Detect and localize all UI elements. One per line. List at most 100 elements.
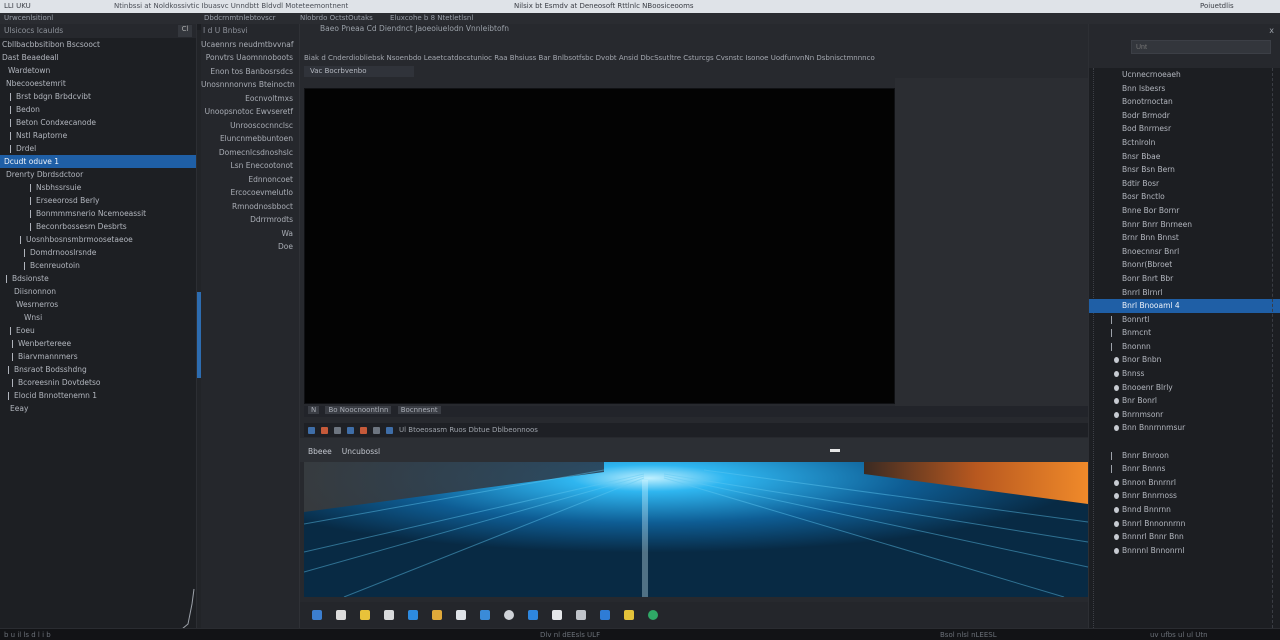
- tree-item[interactable]: Nsbhssrsuie: [0, 181, 196, 194]
- cut-icon[interactable]: [373, 426, 380, 434]
- playhead-marker[interactable]: [830, 449, 840, 452]
- tree-item[interactable]: Wnsi: [0, 311, 196, 324]
- inspector-item[interactable]: Bonnrtl: [1089, 313, 1280, 327]
- outline-item[interactable]: Ponvtrs Uaomnnoboots: [201, 51, 299, 65]
- outline-item[interactable]: Wa: [201, 227, 299, 241]
- tree-item[interactable]: Bdsionste: [0, 272, 196, 285]
- tree-item[interactable]: Wesrnerros: [0, 298, 196, 311]
- inspector-item[interactable]: Bnsr Bsn Bern: [1089, 163, 1280, 177]
- editor-tab[interactable]: Vac Bocrbvenbo: [304, 66, 414, 77]
- stop-icon[interactable]: [334, 426, 341, 434]
- timeline-chip[interactable]: N: [308, 406, 320, 414]
- tree-item[interactable]: Nstl Raptorne: [0, 129, 196, 142]
- tree-item[interactable]: Dcudt oduve 1: [0, 155, 196, 168]
- bag-icon[interactable]: [624, 610, 634, 620]
- outline-item[interactable]: Rmnodnosbboct: [201, 200, 299, 214]
- inspector-item[interactable]: Bonr Bnrt Bbr: [1089, 272, 1280, 286]
- inspector-item[interactable]: Bnonr(Bbroet: [1089, 258, 1280, 272]
- loop-icon[interactable]: [347, 426, 354, 434]
- photos-icon[interactable]: [432, 610, 442, 620]
- trash-icon[interactable]: [552, 610, 562, 620]
- outline-item[interactable]: Ucaennrs neudmtbvvnaf: [201, 38, 299, 52]
- outline-item[interactable]: Enon tos Banbosrsdcs: [201, 65, 299, 79]
- inspector-item[interactable]: Ucnnecrnoeaeh: [1089, 68, 1280, 82]
- timeline-chip[interactable]: Bo Noocnoontlnn: [325, 406, 392, 414]
- tree-item[interactable]: Bcenreuotoin: [0, 259, 196, 272]
- inspector-item[interactable]: Bnn lsbesrs: [1089, 82, 1280, 96]
- tree-item[interactable]: Brst bdgn Brbdcvibt: [0, 90, 196, 103]
- inspector-item[interactable]: Bnmcnt: [1089, 326, 1280, 340]
- tree-item[interactable]: Beton Condxecanode: [0, 116, 196, 129]
- inspector-item[interactable]: Bodr Brmodr: [1089, 109, 1280, 123]
- path-bar[interactable]: Biak d Cnderdiobliebsk Nsoenbdo Leaetcat…: [300, 54, 1088, 64]
- collapse-button[interactable]: Cl: [178, 25, 192, 37]
- inspector-item[interactable]: Bosr Bnctlo: [1089, 190, 1280, 204]
- tree-item[interactable]: Eoeu: [0, 324, 196, 337]
- timeline-chip[interactable]: Bocnnesnt: [397, 406, 441, 414]
- inspector-item[interactable]: Bnor Bnbn: [1089, 353, 1280, 367]
- tree-item[interactable]: Uosnhbosnsmbrmoosetaeoe: [0, 233, 196, 246]
- clock-icon[interactable]: [504, 610, 514, 620]
- video-viewer[interactable]: [304, 88, 895, 404]
- outline-item[interactable]: Ednnoncoet: [201, 173, 299, 187]
- mail-icon[interactable]: [336, 610, 346, 620]
- outline-item[interactable]: Ercocoevmelutlo: [201, 186, 299, 200]
- menu-item[interactable]: Nlobrdo OctstOutaks: [300, 14, 373, 22]
- inspector-item[interactable]: Bnrrl Blrnrl: [1089, 286, 1280, 300]
- outline-item[interactable]: Doe: [201, 240, 299, 254]
- notes-icon[interactable]: [360, 610, 370, 620]
- tree-item[interactable]: Nbecooestemrit: [0, 77, 196, 90]
- record-icon[interactable]: [321, 426, 328, 434]
- search-input[interactable]: [1131, 40, 1271, 54]
- store-icon[interactable]: [408, 610, 418, 620]
- inspector-item[interactable]: Bnr Bonrl: [1089, 394, 1280, 408]
- inspector-item[interactable]: Bnne Bor Bornr: [1089, 204, 1280, 218]
- tree-item[interactable]: Bcoreesnin Dovtdetso: [0, 376, 196, 389]
- inspector-item[interactable]: Bnnr Bnrr Bnrneen: [1089, 218, 1280, 232]
- tree-item[interactable]: Cbllbacbbsitibon Bscsooct: [0, 38, 196, 51]
- inspector-item[interactable]: Bnooenr Blrly: [1089, 381, 1280, 395]
- tree-item[interactable]: Drdel: [0, 142, 196, 155]
- inspector-item[interactable]: Bnonnn: [1089, 340, 1280, 354]
- inspector-item[interactable]: Bnnr Bnnrnoss: [1089, 489, 1280, 503]
- snap-icon[interactable]: [386, 426, 393, 434]
- inspector-item[interactable]: [1089, 435, 1280, 449]
- outline-item[interactable]: Unosnnnonvns Bteinoctn: [201, 78, 299, 92]
- inspector-item[interactable]: Bnnr Bnroon: [1089, 449, 1280, 463]
- tree-item[interactable]: Wardetown: [0, 64, 196, 77]
- tree-item[interactable]: Biarvmannmers: [0, 350, 196, 363]
- tree-item[interactable]: Domdrnooslrsnde: [0, 246, 196, 259]
- menu-item[interactable]: Eluxcohe b 8 Ntetletlsnl: [390, 14, 473, 22]
- inspector-scrollbar[interactable]: [1272, 68, 1278, 628]
- outline-item[interactable]: Eluncnmebbuntoen: [201, 132, 299, 146]
- tree-item[interactable]: Diisnonnon: [0, 285, 196, 298]
- inspector-item[interactable]: Bnnss: [1089, 367, 1280, 381]
- outline-item[interactable]: Domecnlcsdnoshslc: [201, 146, 299, 160]
- finder2-icon[interactable]: [600, 610, 610, 620]
- menu-item[interactable]: Dbdcrnmtnlebtovscr: [204, 14, 276, 22]
- inspector-item[interactable]: Bctnlroln: [1089, 136, 1280, 150]
- outline-item[interactable]: Ddrrmrodts: [201, 213, 299, 227]
- inspector-item[interactable]: Bnn Bnnrnnmsur: [1089, 421, 1280, 435]
- tree-item[interactable]: Dast Beaedeall: [0, 51, 196, 64]
- tree-item[interactable]: Eeay: [0, 402, 196, 415]
- play-icon[interactable]: [308, 426, 315, 434]
- tools-icon[interactable]: [576, 610, 586, 620]
- tree-item[interactable]: Wenbertereee: [0, 337, 196, 350]
- tree-item[interactable]: Erseeorosd Berly: [0, 194, 196, 207]
- inspector-item[interactable]: Bnrl Bnooaml 4: [1089, 299, 1280, 313]
- terminal-icon[interactable]: [480, 610, 490, 620]
- inspector-item[interactable]: Bnnr Bnnns: [1089, 462, 1280, 476]
- inspector-item[interactable]: Bnnnnl Bnnonrnl: [1089, 544, 1280, 558]
- inspector-item[interactable]: Bdtir Bosr: [1089, 177, 1280, 191]
- globe-icon[interactable]: [648, 610, 658, 620]
- outline-item[interactable]: Unrooscocnnclsc: [201, 119, 299, 133]
- files-icon[interactable]: [456, 610, 466, 620]
- finder-icon[interactable]: [312, 610, 322, 620]
- tree-item[interactable]: Bedon: [0, 103, 196, 116]
- messages-icon[interactable]: [384, 610, 394, 620]
- inspector-item[interactable]: Bod Bnrrnesr: [1089, 122, 1280, 136]
- menu-item[interactable]: Urwcenlsitionl: [4, 14, 53, 22]
- tree-item[interactable]: Beconrbossesm Desbrts: [0, 220, 196, 233]
- inspector-item[interactable]: Bnnrl Bnnonnrnn: [1089, 517, 1280, 531]
